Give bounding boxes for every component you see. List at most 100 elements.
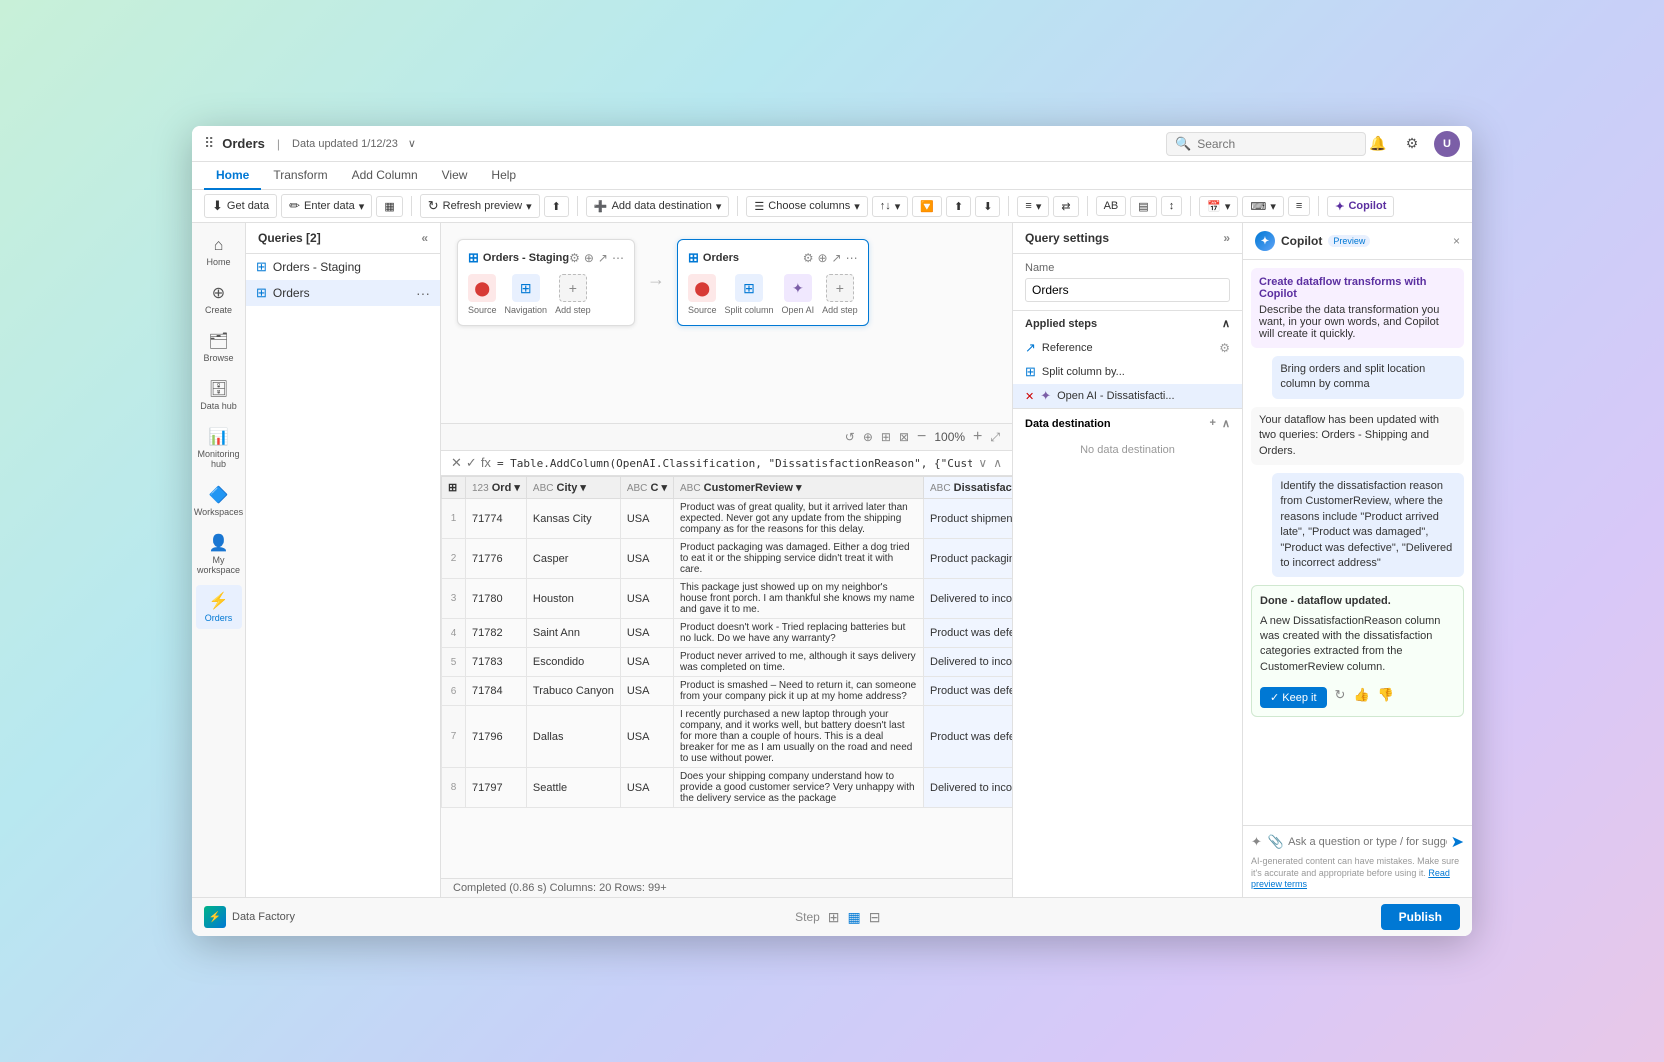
- staging-action3[interactable]: ↗: [598, 251, 608, 265]
- publish-btn[interactable]: Publish: [1381, 904, 1460, 930]
- col-city-filter[interactable]: ▾: [580, 482, 586, 494]
- tab-home[interactable]: Home: [204, 162, 261, 190]
- copilot-refresh-btn[interactable]: ↻: [1335, 687, 1346, 703]
- node-orders[interactable]: ⊞ Orders ⚙ ⊕ ↗ ⋯ ⬤ Source: [677, 239, 869, 326]
- choose-cols-btn[interactable]: ☰ Choose columns ▾: [746, 196, 867, 217]
- filter-btn[interactable]: 🔽: [912, 196, 942, 217]
- group-btn[interactable]: ≡▾: [1017, 196, 1049, 217]
- tab-view[interactable]: View: [430, 162, 480, 190]
- orders-add-step[interactable]: + Add step: [822, 274, 858, 315]
- pivot-btn[interactable]: ⇄: [1053, 196, 1078, 217]
- formula-expand-btn[interactable]: ∨: [978, 456, 987, 470]
- copy-icon[interactable]: ⊕: [863, 430, 873, 444]
- query-more-icon[interactable]: ···: [416, 285, 430, 301]
- avatar[interactable]: U: [1434, 131, 1460, 157]
- col-dissatisfaction[interactable]: ABC DissatisfactionRea... ▾: [924, 477, 1013, 499]
- grid-view-btn[interactable]: ⊟: [869, 909, 881, 926]
- search-bar[interactable]: 🔍: [1166, 132, 1366, 156]
- col-ord[interactable]: 123 Ord ▾: [466, 477, 527, 499]
- copilot-close-btn[interactable]: ×: [1453, 234, 1460, 248]
- orders-action4[interactable]: ⋯: [846, 251, 858, 265]
- table-btn[interactable]: ▤: [1130, 196, 1156, 217]
- col-city[interactable]: ABC City ▾: [526, 477, 620, 499]
- nav-my-workspace[interactable]: 👤 My workspace: [196, 527, 242, 581]
- nav-orders[interactable]: ⚡ Orders: [196, 585, 242, 629]
- nav-create[interactable]: ⊕ Create: [196, 277, 242, 321]
- nav-workspaces[interactable]: 🔷 Workspaces: [196, 479, 242, 523]
- applied-steps-chevron[interactable]: ∧: [1222, 317, 1230, 330]
- copilot-ribbon-btn[interactable]: ✦ Copilot: [1327, 196, 1394, 217]
- step-view-btn[interactable]: Step: [795, 910, 820, 924]
- tab-help[interactable]: Help: [479, 162, 528, 190]
- col-ord-filter[interactable]: ▾: [514, 482, 520, 494]
- diagram-view-btn[interactable]: ⊞: [828, 909, 840, 926]
- dest-expand-btn[interactable]: ∧: [1222, 417, 1230, 430]
- data-table-container[interactable]: ⊞ 123 Ord ▾ ABC City ▾ ABC C ▾ ABC Custo…: [441, 476, 1012, 878]
- table-view-btn[interactable]: ▦: [848, 909, 861, 926]
- staging-step-source[interactable]: ⬤ Source: [468, 274, 497, 315]
- copilot-thumbup-btn[interactable]: 👍: [1353, 687, 1369, 703]
- col-review[interactable]: ABC CustomerReview ▾: [674, 477, 924, 499]
- query-item-orders[interactable]: ⊞ Orders ···: [246, 280, 440, 306]
- orders-action1[interactable]: ⚙: [803, 251, 814, 265]
- undo-icon[interactable]: ↺: [845, 430, 855, 444]
- step-openai[interactable]: ✕ ✦ Open AI - Dissatisfacti...: [1013, 384, 1242, 408]
- copilot-sparkle-btn[interactable]: ✦: [1251, 834, 1262, 850]
- copilot-send-btn[interactable]: ➤: [1451, 832, 1464, 852]
- tab-transform[interactable]: Transform: [261, 162, 339, 190]
- settings-icon[interactable]: ⚙: [1400, 132, 1424, 156]
- export-btn[interactable]: ⬆: [544, 196, 569, 217]
- enter-data-btn[interactable]: ✏ Enter data ▾: [281, 194, 372, 218]
- orders-step-source[interactable]: ⬤ Source: [688, 274, 717, 315]
- type-btn[interactable]: ⌨▾: [1242, 196, 1283, 217]
- query-item-staging[interactable]: ⊞ Orders - Staging: [246, 254, 440, 280]
- node-staging[interactable]: ⊞ Orders - Staging ⚙ ⊕ ↗ ⋯ ⬤: [457, 239, 635, 326]
- col-c-filter[interactable]: ▾: [661, 482, 667, 494]
- add-data-dest-btn[interactable]: ➕ Add data destination ▾: [586, 196, 730, 217]
- copilot-input[interactable]: [1288, 836, 1447, 848]
- notification-icon[interactable]: 🔔: [1366, 132, 1390, 156]
- nav-browse[interactable]: 🗂 Browse: [196, 325, 242, 369]
- sort-up-btn[interactable]: ⬆: [946, 196, 971, 217]
- zoom-in-icon[interactable]: +: [973, 428, 982, 446]
- add-dest-btn[interactable]: +: [1210, 417, 1216, 430]
- text-btn[interactable]: AB: [1096, 196, 1127, 216]
- copilot-attach-btn[interactable]: 📎: [1268, 834, 1284, 850]
- staging-add-step[interactable]: + Add step: [555, 274, 591, 315]
- formula-up-btn[interactable]: ∧: [993, 456, 1002, 470]
- copilot-thumbdown-btn[interactable]: 👎: [1378, 687, 1394, 703]
- num-btn[interactable]: ↕: [1161, 196, 1183, 216]
- col-c[interactable]: ABC C ▾: [620, 477, 673, 499]
- step-openai-x-btn[interactable]: ✕: [1025, 390, 1034, 403]
- refresh-preview-btn[interactable]: ↻ Refresh preview ▾: [420, 194, 540, 218]
- col-review-filter[interactable]: ▾: [796, 482, 802, 494]
- stats-btn[interactable]: ≡: [1288, 196, 1310, 216]
- nav-home[interactable]: ⌂ Home: [196, 231, 242, 273]
- zoom-out-icon[interactable]: −: [917, 428, 926, 446]
- formula-check-btn[interactable]: ✓: [466, 455, 477, 471]
- query-settings-expand-icon[interactable]: »: [1223, 231, 1230, 245]
- search-input[interactable]: [1197, 137, 1337, 151]
- fit-icon[interactable]: ⊞: [881, 430, 891, 444]
- date-btn[interactable]: 📅▾: [1199, 196, 1238, 217]
- step-ref-settings-icon[interactable]: ⚙: [1219, 341, 1230, 355]
- staging-action1[interactable]: ⚙: [569, 251, 580, 265]
- formula-x-btn[interactable]: ✕: [451, 455, 462, 471]
- queries-collapse-icon[interactable]: «: [421, 231, 428, 245]
- get-data-btn[interactable]: ⬇ Get data: [204, 194, 277, 218]
- layout-btn[interactable]: ▦: [376, 196, 402, 217]
- copilot-preview-terms-link[interactable]: Read preview terms: [1251, 868, 1450, 890]
- staging-step-nav[interactable]: ⊞ Navigation: [505, 274, 548, 315]
- sort-down-btn[interactable]: ⬇: [975, 196, 1000, 217]
- step-reference[interactable]: ↗ Reference ⚙: [1013, 336, 1242, 360]
- orders-action2[interactable]: ⊕: [817, 251, 827, 265]
- staging-action2[interactable]: ⊕: [584, 251, 594, 265]
- sort-asc-btn[interactable]: ↑↓▾: [872, 196, 909, 217]
- query-name-input[interactable]: [1025, 278, 1230, 302]
- diagram-icon[interactable]: ⊠: [899, 430, 909, 444]
- orders-action3[interactable]: ↗: [832, 251, 842, 265]
- copilot-keep-btn[interactable]: ✓ Keep it: [1260, 687, 1327, 708]
- nav-datahub[interactable]: 🗄 Data hub: [196, 373, 242, 417]
- orders-step-split[interactable]: ⊞ Split column: [725, 274, 774, 315]
- step-split-column[interactable]: ⊞ Split column by...: [1013, 360, 1242, 384]
